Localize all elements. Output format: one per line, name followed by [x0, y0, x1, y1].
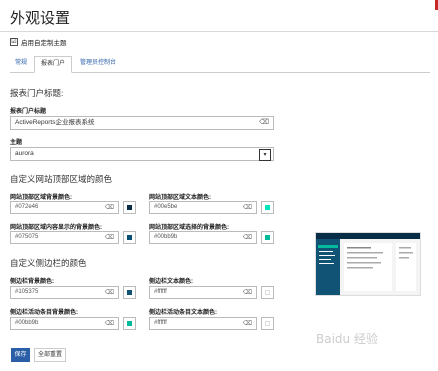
tab-report-portal[interactable]: 报表门户 — [34, 56, 72, 73]
theme-preview — [315, 232, 421, 296]
page-title: 外观设置 — [10, 10, 71, 27]
preview-side-line — [399, 257, 409, 259]
preview-side-line — [399, 247, 411, 249]
sidebar-active-bg-color-value: #00bb9b — [15, 320, 39, 326]
portal-title-input[interactable]: ActiveReports企业报表系统 ⌫ — [10, 116, 274, 130]
color-swatch-fill — [265, 321, 270, 326]
sidebar-bg-color-input[interactable]: #105375 ⌫ — [10, 286, 119, 299]
preview-sidebar-line — [319, 251, 333, 252]
preview-sidebar-active-item — [318, 245, 338, 248]
color-swatch-fill — [265, 290, 270, 295]
preview-side-line — [399, 252, 413, 254]
tag-icon: ⌫ — [104, 289, 114, 296]
custom-theme-checkbox[interactable]: ☑ 启用自定制主题 — [10, 37, 67, 47]
tag-icon: ⌫ — [242, 234, 252, 241]
sidebar-active-bg-color-input[interactable]: #00bb9b ⌫ — [10, 317, 119, 330]
portal-title-label: 报表门户标题 — [10, 109, 47, 115]
preview-content-line — [347, 267, 373, 269]
tag-icon: ⌫ — [242, 320, 252, 327]
sidebar-active-bg-color-swatch[interactable] — [123, 317, 136, 330]
watermark: Baidu 经验 — [316, 332, 378, 346]
color-swatch-fill — [265, 235, 270, 240]
header-bg-color-input[interactable]: #072e46 ⌫ — [10, 201, 119, 214]
header-selected-bg-color-swatch[interactable] — [261, 231, 274, 244]
header-text-color-swatch[interactable] — [261, 201, 274, 214]
tab-admin-console[interactable]: 管理员控制台 — [74, 56, 122, 71]
header-bg-color-value: #072e46 — [15, 204, 39, 210]
sidebar-text-color-swatch[interactable] — [261, 286, 274, 299]
sidebar-text-color-value: #ffffff — [154, 289, 167, 295]
header-content-bg-color-value: #075075 — [15, 234, 39, 240]
sidebar-active-text-color-value: #ffffff — [154, 320, 167, 326]
tab-general[interactable]: 常规 — [10, 56, 32, 71]
color-swatch-fill — [127, 205, 132, 210]
header-text-color-input[interactable]: #00e5be ⌫ — [149, 201, 257, 214]
portal-title-value: ActiveReports企业报表系统 — [15, 119, 95, 126]
sidebar-active-text-color-swatch[interactable] — [261, 317, 274, 330]
tag-icon: ⌫ — [104, 204, 114, 211]
header-content-bg-color-swatch[interactable] — [123, 231, 136, 244]
header-text-color-value: #00e5be — [154, 204, 178, 210]
preview-content-line — [347, 257, 377, 259]
preview-content-line — [347, 247, 371, 249]
checkbox-icon[interactable]: ☑ — [10, 38, 18, 46]
color-swatch-fill — [127, 235, 132, 240]
site-header-colors-heading: 自定义网站顶部区域的颜色 — [10, 174, 113, 184]
tag-icon: ⌫ — [259, 119, 269, 126]
preview-sidebar-line — [319, 263, 334, 264]
header-bg-color-swatch[interactable] — [123, 201, 136, 214]
sidebar-active-text-color-input[interactable]: #ffffff ⌫ — [149, 317, 257, 330]
color-swatch-fill — [265, 205, 270, 210]
tag-icon: ⌫ — [242, 204, 252, 211]
tag-icon: ⌫ — [104, 320, 114, 327]
sidebar-colors-heading: 自定义侧边栏的颜色 — [10, 258, 87, 268]
preview-side-panel — [396, 243, 416, 291]
sidebar-text-color-input[interactable]: #ffffff ⌫ — [149, 286, 257, 299]
sidebar-active-text-color-label: 侧边栏活动条目文本颜色: — [149, 310, 217, 316]
preview-sidebar-line — [319, 259, 331, 260]
header-content-bg-color-label: 网站顶部区域内容显示的背景颜色: — [10, 225, 102, 231]
preview-content-line — [347, 262, 381, 264]
header-text-color-label: 网站顶部区域文本颜色: — [149, 195, 211, 201]
chevron-down-icon[interactable]: ▾ — [259, 149, 271, 161]
theme-label: 主题 — [10, 140, 23, 146]
sidebar-text-color-label: 侧边栏文本颜色: — [149, 279, 193, 285]
preview-content-line — [347, 252, 383, 254]
theme-select[interactable]: aurora ▾ — [10, 147, 274, 161]
theme-preview-graphic — [316, 233, 420, 295]
save-button[interactable]: 保存 — [11, 348, 30, 362]
header-selected-bg-color-value: #00bb9b — [154, 234, 178, 240]
title-bar: 外观设置 — [0, 0, 438, 32]
sidebar-bg-color-label: 侧边栏背景颜色: — [10, 279, 54, 285]
reset-all-button[interactable]: 全部重置 — [34, 348, 66, 362]
preview-sidebar-line — [319, 255, 335, 256]
portal-title-heading: 报表门户标题: — [10, 88, 64, 98]
tag-icon: ⌫ — [104, 234, 114, 241]
header-selected-bg-color-label: 网站顶部区域选择的背景颜色: — [149, 225, 229, 231]
header-bg-color-label: 网站顶部区域背景颜色: — [10, 195, 72, 201]
sidebar-bg-color-value: #105375 — [15, 289, 39, 295]
color-swatch-fill — [127, 321, 132, 326]
custom-theme-label: 启用自定制主题 — [21, 40, 67, 47]
color-swatch-fill — [127, 290, 132, 295]
settings-tabs: 常规 报表门户 管理员控制台 — [10, 56, 430, 73]
header-selected-bg-color-input[interactable]: #00bb9b ⌫ — [149, 231, 257, 244]
preview-header — [316, 233, 420, 239]
theme-value: aurora — [15, 150, 34, 157]
sidebar-bg-color-swatch[interactable] — [123, 286, 136, 299]
sidebar-active-bg-color-label: 侧边栏活动条目背景颜色: — [10, 310, 78, 316]
tag-icon: ⌫ — [242, 289, 252, 296]
header-content-bg-color-input[interactable]: #075075 ⌫ — [10, 231, 119, 244]
